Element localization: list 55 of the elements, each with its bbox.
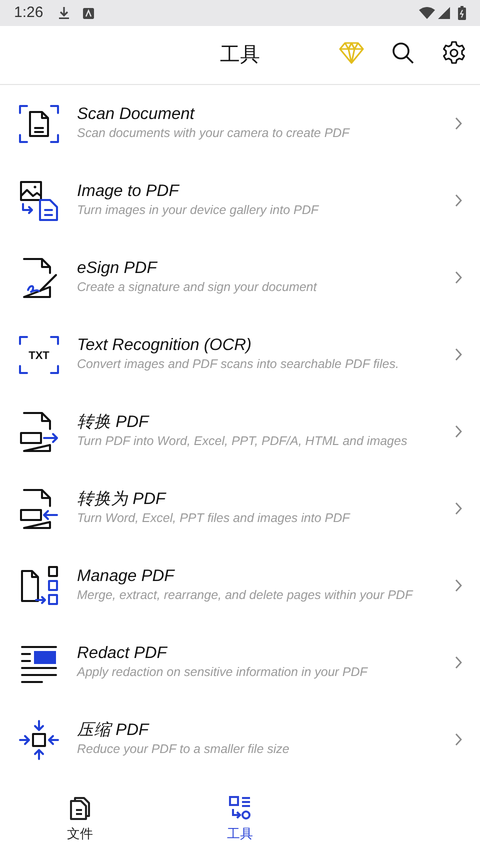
- chevron-right-icon: [455, 502, 462, 515]
- tool-description: Reduce your PDF to a smaller file size: [77, 740, 290, 758]
- page-manage-icon: [18, 564, 60, 606]
- tool-description: Turn PDF into Word, Excel, PPT, PDF/A, HTML and images: [77, 432, 408, 450]
- chevron-right-icon: [455, 579, 462, 592]
- tool-description: Turn Word, Excel, PPT files and images into PDF: [77, 510, 352, 527]
- wifi-icon: [419, 7, 435, 19]
- tool-title: 转换为 PDF: [77, 490, 168, 510]
- tool-description: Create a signature and sign your document: [77, 278, 318, 296]
- documents-icon: [69, 796, 91, 820]
- settings-icon[interactable]: [442, 41, 466, 65]
- tool-description: Scan documents with your camera to create PDF: [77, 124, 351, 142]
- tool-description: Turn images in your device gallery into PDF: [77, 202, 320, 219]
- tool-item[interactable]: eSign PDF Create a signature and sign your document: [0, 239, 480, 316]
- tool-description: Convert images and PDF scans into searchable PDF files.: [77, 356, 400, 373]
- chevron-right-icon: [455, 194, 462, 207]
- tool-title: 压缩 PDF: [77, 720, 150, 741]
- compress-icon: [18, 718, 60, 760]
- tool-item[interactable]: 转换为 PDF Turn Word, Excel, PPT files and images into PDF: [0, 470, 480, 547]
- tool-item[interactable]: Scan Document Scan documents with your camera to create PDF: [0, 85, 480, 162]
- nav-tab[interactable]: 文件: [0, 790, 160, 854]
- tool-item[interactable]: 压缩 PDF Reduce your PDF to a smaller file size: [0, 701, 480, 778]
- chevron-right-icon: [455, 733, 462, 746]
- tool-title: Redact PDF: [77, 644, 168, 664]
- tool-title: Scan Document: [77, 104, 196, 125]
- tool-item[interactable]: Redact PDF Apply redaction on sensitive information in your PDF: [0, 624, 480, 701]
- tool-title: Manage PDF: [77, 566, 176, 587]
- tool-title: eSign PDF: [77, 258, 158, 279]
- export-document-icon: [18, 410, 60, 452]
- chevron-right-icon: [455, 348, 462, 361]
- tool-description: Merge, extract, rearrange, and delete pages within your PDF: [77, 586, 414, 604]
- tools-grid-icon: [229, 796, 251, 820]
- scan-document-icon: [18, 102, 60, 144]
- download-icon: [59, 7, 70, 19]
- chevron-right-icon: [455, 117, 462, 130]
- tool-description: Apply redaction on sensitive information in your PDF: [77, 664, 369, 681]
- notification-icon: [83, 8, 94, 18]
- chevron-right-icon: [455, 656, 462, 669]
- tool-title: Image to PDF: [77, 182, 180, 202]
- chevron-right-icon: [455, 425, 462, 438]
- import-document-icon: [18, 488, 60, 530]
- chevron-right-icon: [455, 271, 462, 284]
- status-time: 1:26: [14, 2, 44, 23]
- tool-item[interactable]: Manage PDF Merge, extract, rearrange, and delete pages within your PDF: [0, 547, 480, 624]
- tool-item[interactable]: 转换 PDF Turn PDF into Word, Excel, PPT, PDF/A, HTML and images: [0, 393, 480, 470]
- screen-title: 工具: [220, 43, 260, 68]
- nav-tab[interactable]: 工具: [160, 790, 320, 854]
- battery-icon: [458, 6, 466, 20]
- tool-item[interactable]: Image to PDF Turn images in your device gallery into PDF: [0, 162, 480, 239]
- search-icon[interactable]: [392, 42, 414, 64]
- image-to-document-icon: [18, 180, 60, 222]
- tool-title: 转换 PDF: [77, 412, 150, 433]
- signal-icon: [438, 7, 450, 19]
- tool-title: Text Recognition (OCR): [77, 336, 253, 356]
- tool-item[interactable]: TXT Text Recognition (OCR) Convert images and PDF scans into searchable PDF files.: [0, 316, 480, 393]
